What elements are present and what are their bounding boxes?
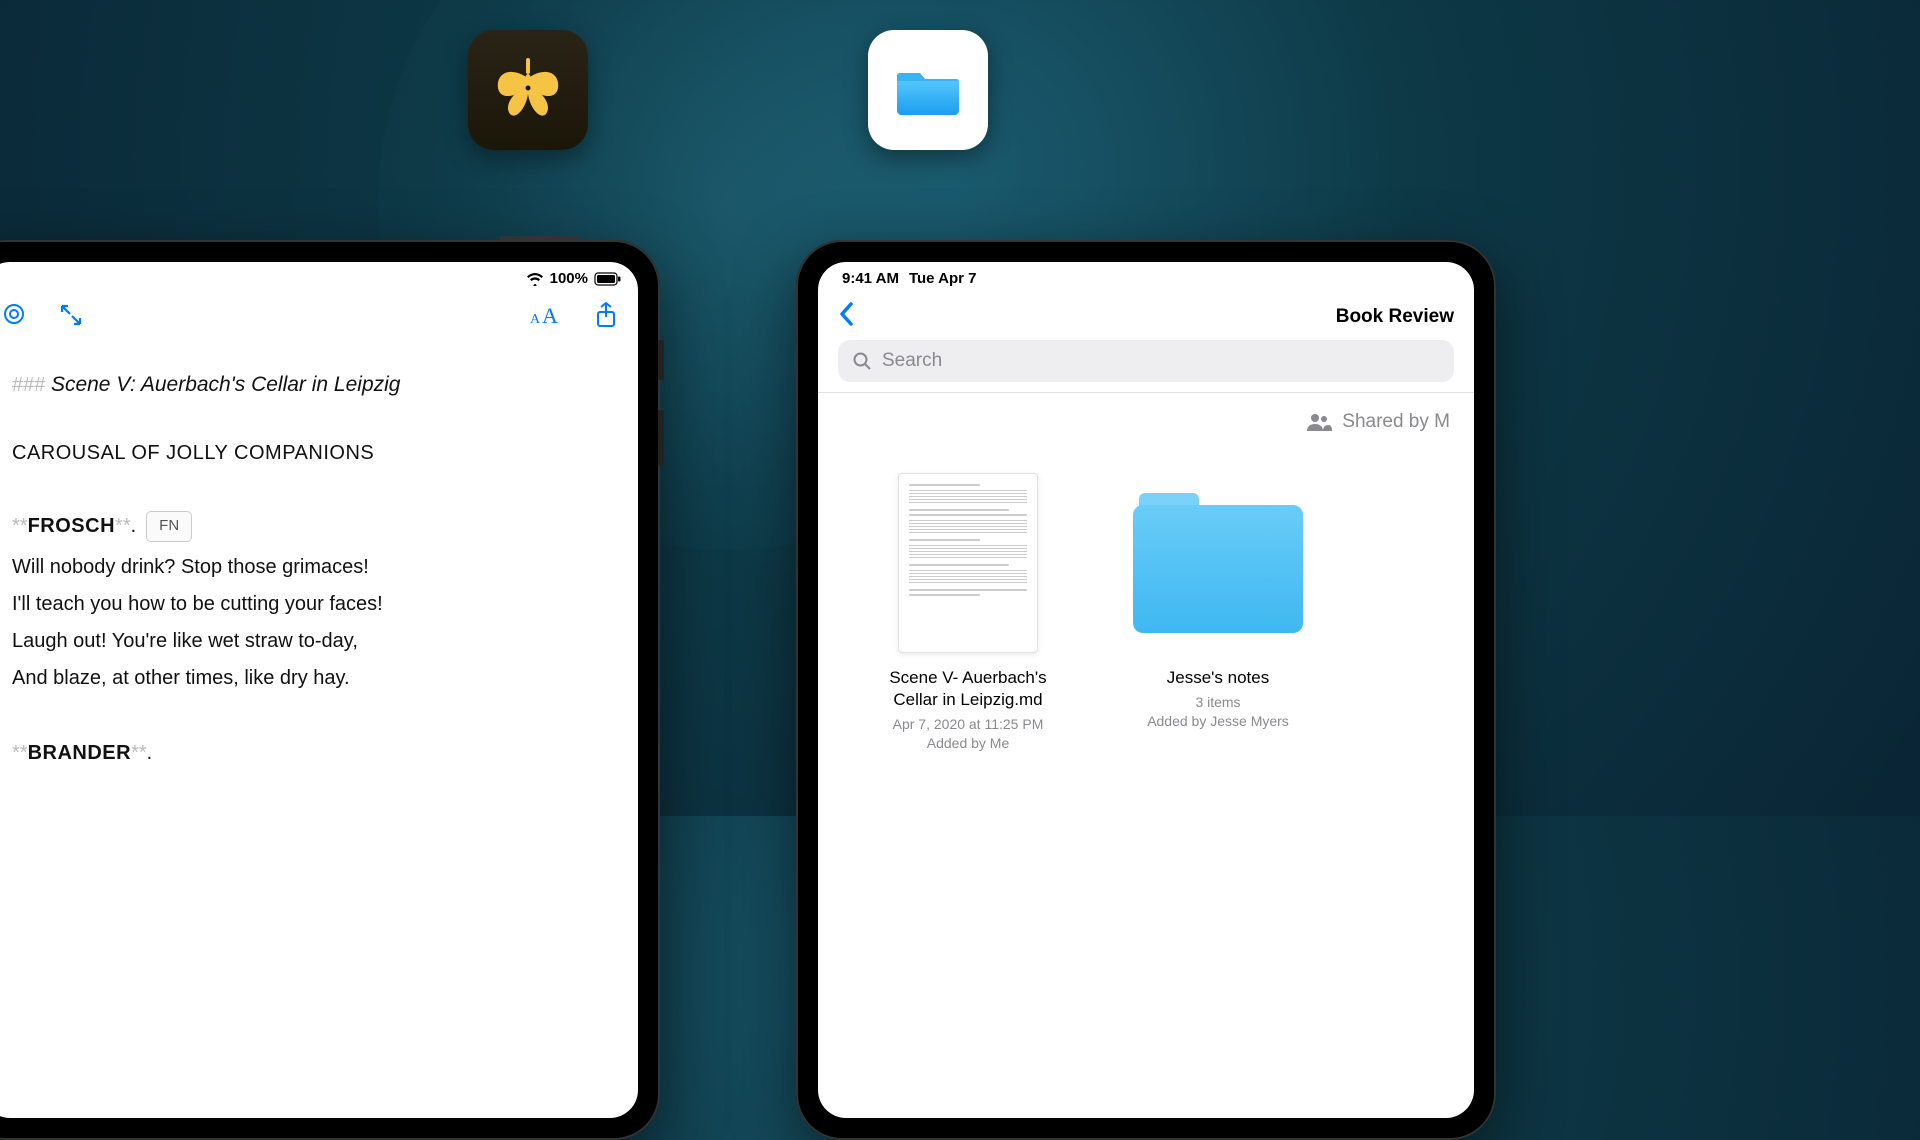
files-screen: 9:41 AM Tue Apr 7 Book Review Search Sha… — [818, 262, 1474, 1118]
search-input[interactable]: Search — [838, 340, 1454, 382]
editor-content[interactable]: ### Scene V: Auerbach's Cellar in Leipzi… — [0, 348, 638, 790]
files-grid: Scene V- Auerbach's Cellar in Leipzig.md… — [818, 443, 1474, 783]
file-meta-line: Apr 7, 2020 at 11:25 PM — [878, 715, 1058, 734]
verse-block: Will nobody drink? Stop those grimaces! … — [12, 551, 608, 695]
ipad-right: 9:41 AM Tue Apr 7 Book Review Search Sha… — [796, 240, 1496, 1140]
svg-text:A: A — [542, 303, 558, 327]
file-meta-line: Added by Me — [878, 734, 1058, 753]
files-nav-bar: Book Review — [818, 291, 1474, 340]
bold-marker: ** — [131, 742, 147, 764]
ulysses-screen: 100% AA ### — [0, 262, 638, 1118]
search-placeholder: Search — [882, 350, 942, 372]
file-item-document[interactable]: Scene V- Auerbach's Cellar in Leipzig.md… — [878, 473, 1058, 753]
verse-line: Laugh out! You're like wet straw to-day, — [12, 625, 608, 658]
file-name-line: Jesse's notes — [1128, 667, 1308, 689]
verse-line: And blaze, at other times, like dry hay. — [12, 662, 608, 695]
device-top-button — [500, 236, 580, 242]
wifi-icon — [526, 272, 544, 286]
footnote-chip[interactable]: FN — [146, 511, 192, 542]
verse-line: Will nobody drink? Stop those grimaces! — [12, 551, 608, 584]
device-side-button — [658, 340, 664, 380]
app-icons-row — [468, 30, 988, 150]
search-icon[interactable] — [2, 302, 28, 333]
shared-by-label: Shared by M — [1342, 411, 1450, 433]
verse-line: I'll teach you how to be cutting your fa… — [12, 588, 608, 621]
ipad-left: 100% AA ### — [0, 240, 660, 1140]
back-button[interactable] — [838, 301, 856, 332]
butterfly-icon — [488, 50, 568, 130]
status-date: Tue Apr 7 — [909, 270, 977, 287]
folder-icon — [889, 51, 967, 129]
svg-text:A: A — [530, 312, 541, 327]
files-app-icon — [868, 30, 988, 150]
expand-icon[interactable] — [58, 302, 84, 333]
status-bar: 100% — [0, 262, 638, 291]
battery-icon — [594, 272, 622, 286]
text-size-icon[interactable]: AA — [530, 303, 564, 332]
scene-subtitle: CAROUSAL OF JOLLY COMPANIONS — [12, 437, 608, 470]
share-icon[interactable] — [594, 301, 618, 334]
bold-marker: ** — [12, 742, 28, 764]
speaker-name: BRANDER — [28, 742, 132, 764]
file-item-folder[interactable]: Jesse's notes 3 items Added by Jesse Mye… — [1128, 473, 1308, 753]
folder-thumbnail — [1133, 493, 1303, 633]
editor-toolbar: AA — [0, 291, 638, 348]
status-bar: 9:41 AM Tue Apr 7 — [818, 262, 1474, 291]
period: . — [131, 515, 137, 537]
page-title: Book Review — [1336, 306, 1454, 328]
file-meta-line: 3 items — [1128, 693, 1308, 712]
people-icon — [1306, 413, 1332, 431]
file-meta-line: Added by Jesse Myers — [1128, 712, 1308, 731]
device-side-button — [658, 410, 664, 466]
shared-by-row[interactable]: Shared by M — [818, 392, 1474, 443]
markdown-heading-prefix: ### — [12, 374, 45, 396]
speaker-name: FROSCH — [28, 515, 115, 537]
search-icon — [852, 351, 872, 371]
battery-percent: 100% — [550, 270, 588, 287]
bold-marker: ** — [12, 515, 28, 537]
ulysses-app-icon — [468, 30, 588, 150]
file-name-line: Cellar in Leipzig.md — [878, 689, 1058, 711]
status-time: 9:41 AM — [842, 270, 899, 287]
scene-heading: Scene V: Auerbach's Cellar in Leipzig — [51, 373, 401, 396]
document-thumbnail — [898, 473, 1038, 653]
period: . — [147, 742, 153, 764]
file-name-line: Scene V- Auerbach's — [878, 667, 1058, 689]
bold-marker: ** — [115, 515, 131, 537]
